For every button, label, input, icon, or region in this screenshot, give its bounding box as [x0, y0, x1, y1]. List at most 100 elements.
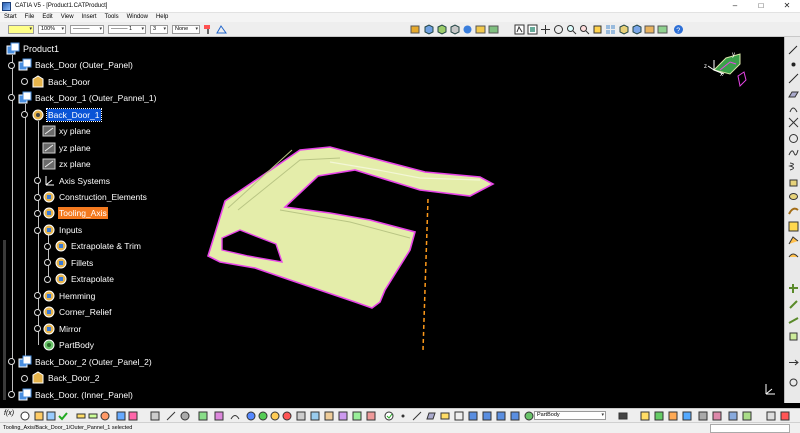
tree-node-tooling-axis[interactable]: Tooling_Axis: [42, 206, 108, 220]
sketch-icon[interactable]: [788, 45, 799, 56]
point-icon[interactable]: [788, 59, 799, 70]
helix-icon[interactable]: [788, 161, 799, 172]
plane-tool-icon[interactable]: [426, 411, 436, 421]
gsd-tool-3-icon[interactable]: [270, 411, 280, 421]
curvature-icon[interactable]: [230, 411, 240, 421]
rotate-icon[interactable]: [553, 24, 564, 35]
tree-node-hemming[interactable]: Hemming: [42, 289, 96, 303]
layer-combo[interactable]: None ▾: [172, 25, 200, 34]
render-style-icon[interactable]: [410, 24, 421, 35]
expand-toggle[interactable]: [34, 210, 41, 217]
measure-item-icon[interactable]: [88, 411, 98, 421]
gsd-tool-6-icon[interactable]: [310, 411, 320, 421]
gsd-tool-5-icon[interactable]: [296, 411, 306, 421]
tree-node-back-door-1[interactable]: Back_Door_1: [31, 108, 102, 122]
tree-node-back-door[interactable]: Back_Door: [31, 75, 91, 89]
menu-help[interactable]: Help: [152, 13, 172, 22]
tree-node-mirror[interactable]: Mirror: [42, 322, 82, 336]
tree-node-axis-systems[interactable]: Axis Systems: [42, 174, 111, 188]
update-icon[interactable]: [384, 411, 394, 421]
apply-material-icon[interactable]: [180, 411, 190, 421]
hide-show-toggle-icon[interactable]: [644, 24, 655, 35]
split-icon[interactable]: [788, 315, 799, 326]
expand-toggle[interactable]: [34, 194, 41, 201]
tree-node-fillets[interactable]: Fillets: [54, 256, 94, 270]
formula-button[interactable]: f(x): [4, 410, 14, 417]
expand-toggle[interactable]: [21, 111, 28, 118]
knowledge-icon[interactable]: [34, 411, 44, 421]
extrude-icon[interactable]: [788, 177, 799, 188]
view-9-icon[interactable]: [766, 411, 776, 421]
cube-icon[interactable]: [423, 24, 434, 35]
expand-toggle[interactable]: [34, 325, 41, 332]
expand-toggle[interactable]: [34, 227, 41, 234]
gsd-tool-8-icon[interactable]: [338, 411, 348, 421]
gsd-tool-2-icon[interactable]: [258, 411, 268, 421]
expand-toggle[interactable]: [44, 243, 51, 250]
wireframe-icon[interactable]: [216, 24, 227, 35]
check-icon[interactable]: [58, 411, 68, 421]
expand-toggle[interactable]: [21, 375, 28, 382]
intersection-icon[interactable]: [788, 117, 799, 128]
expand-toggle[interactable]: [34, 292, 41, 299]
zoom-in-icon[interactable]: [566, 24, 577, 35]
healing-icon[interactable]: [788, 299, 799, 310]
spline-icon[interactable]: [788, 147, 799, 158]
gsd-tool-9-icon[interactable]: [352, 411, 362, 421]
tree-node-extrapolate-trim[interactable]: Extrapolate & Trim: [54, 239, 142, 253]
line-tool-icon[interactable]: [412, 411, 422, 421]
tree-node-xy-plane[interactable]: xy plane: [42, 124, 92, 138]
expand-toggle[interactable]: [44, 259, 51, 266]
tree-node-back-door-2-outer-panel-2[interactable]: Back_Door_2 (Outer_Panel_2): [18, 355, 153, 369]
line-icon[interactable]: [788, 73, 799, 84]
shading-icon[interactable]: [436, 24, 447, 35]
menu-file[interactable]: File: [21, 13, 39, 22]
circle-icon[interactable]: [788, 133, 799, 144]
multi-view-icon[interactable]: [605, 24, 616, 35]
tree-node-zx-plane[interactable]: zx plane: [42, 157, 92, 171]
pan-icon[interactable]: [540, 24, 551, 35]
menu-start[interactable]: Start: [0, 13, 21, 22]
menu-insert[interactable]: Insert: [78, 13, 101, 22]
maximize-button[interactable]: □: [748, 0, 774, 13]
inertia-icon[interactable]: [100, 411, 110, 421]
tool-1-icon[interactable]: [116, 411, 126, 421]
sweep-icon[interactable]: [788, 205, 799, 216]
layer-number-combo[interactable]: 3 ▾: [150, 25, 168, 34]
tree-node-back-door-inner-panel[interactable]: Back_Door. (Inner_Panel): [18, 388, 134, 402]
analysis-icon[interactable]: [198, 411, 208, 421]
trim-icon[interactable]: [788, 331, 799, 342]
photo-icon[interactable]: [618, 411, 628, 421]
surface-tool-icon[interactable]: [440, 411, 450, 421]
tree-node-inputs[interactable]: Inputs: [42, 223, 83, 237]
minimize-button[interactable]: –: [722, 0, 748, 13]
transparency-combo[interactable]: 100% ▾: [38, 25, 66, 34]
help-icon[interactable]: ?: [673, 24, 684, 35]
view-2-icon[interactable]: [654, 411, 664, 421]
close-button[interactable]: ✕: [774, 0, 800, 13]
tool-2-icon[interactable]: [128, 411, 138, 421]
boundary-icon[interactable]: [454, 411, 464, 421]
hide-show-icon[interactable]: [475, 24, 486, 35]
revolve-icon[interactable]: [788, 191, 799, 202]
plane-icon[interactable]: [788, 89, 799, 100]
compass-icon[interactable]: z x y: [700, 46, 756, 92]
expand-toggle[interactable]: [34, 177, 41, 184]
measure-icon[interactable]: [76, 411, 86, 421]
tree-node-partbody[interactable]: PartBody: [42, 338, 95, 352]
tree-node-back-door-outer-panel[interactable]: Back_Door (Outer_Panel): [18, 58, 134, 72]
expand-toggle[interactable]: [34, 309, 41, 316]
swap-visible-icon[interactable]: [488, 24, 499, 35]
view-7-icon[interactable]: [728, 411, 738, 421]
tree-node-back-door-2[interactable]: Back_Door_2: [31, 371, 101, 385]
blue-tool-4-icon[interactable]: [510, 411, 520, 421]
draft-analysis-icon[interactable]: [214, 411, 224, 421]
color-combo[interactable]: ▾: [8, 25, 34, 34]
view-5-icon[interactable]: [698, 411, 708, 421]
gsd-tool-10-icon[interactable]: [366, 411, 376, 421]
shading-with-edges-icon[interactable]: [631, 24, 642, 35]
gsd-tool-1-icon[interactable]: [246, 411, 256, 421]
menu-tools[interactable]: Tools: [101, 13, 123, 22]
rule-icon[interactable]: [46, 411, 56, 421]
tree-node-corner-relief[interactable]: Corner_Relief: [42, 305, 112, 319]
